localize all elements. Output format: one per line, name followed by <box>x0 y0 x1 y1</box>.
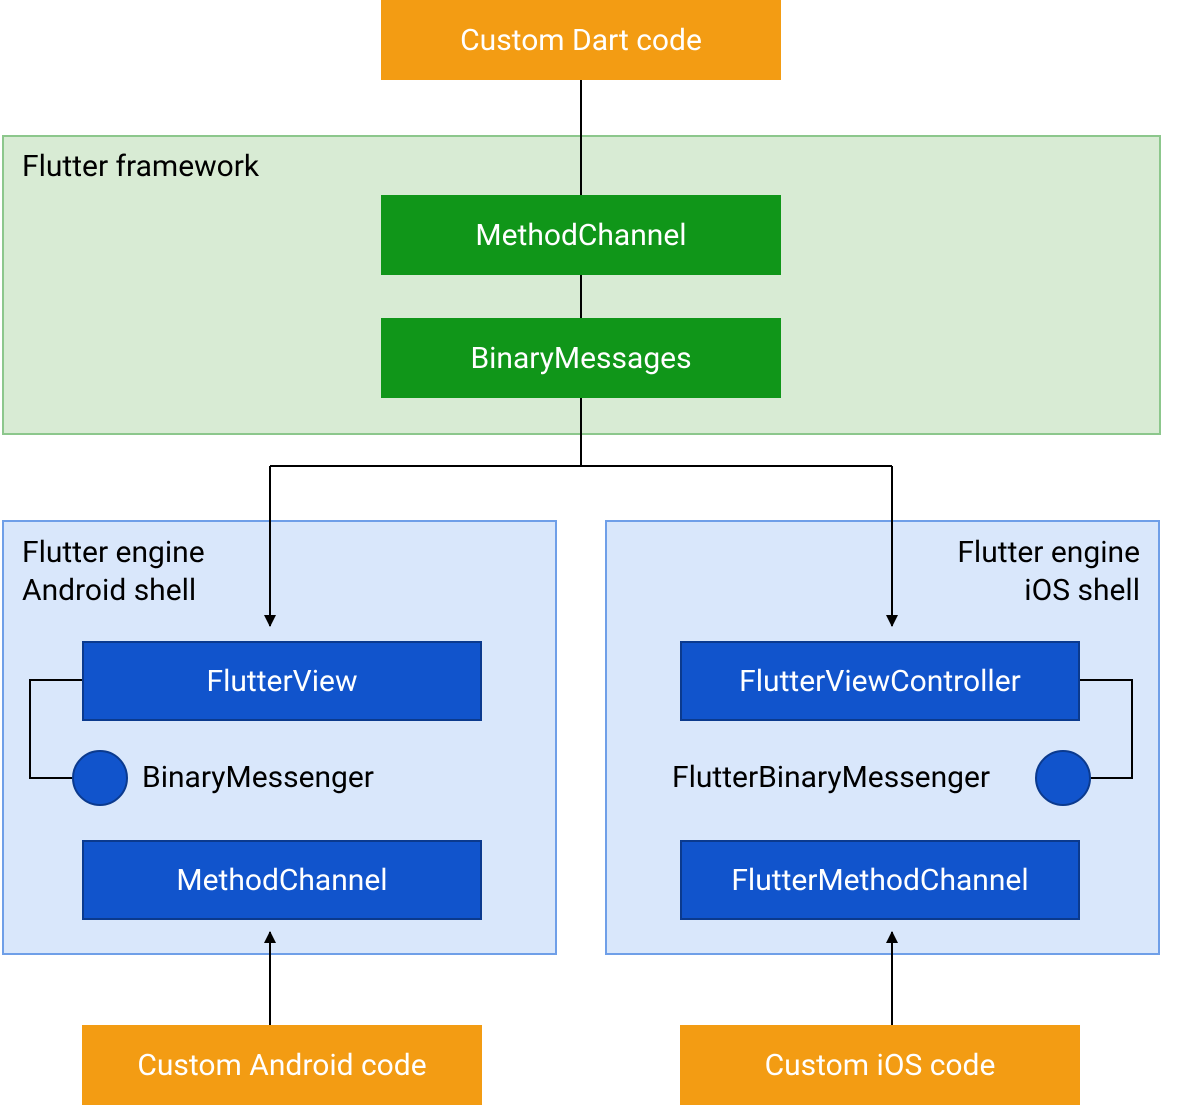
android-title-line1: Flutter engine <box>22 535 205 570</box>
ios-flutter-view-controller-box: FlutterViewController <box>680 641 1080 721</box>
ios-shell-title: Flutter engine iOS shell <box>957 534 1140 609</box>
flutter-framework-title: Flutter framework <box>22 149 259 184</box>
android-flutter-view-box: FlutterView <box>82 641 482 721</box>
android-binary-messenger-label: BinaryMessenger <box>142 760 374 795</box>
android-binary-messenger-circle <box>72 750 128 806</box>
custom-android-code-box: Custom Android code <box>82 1025 482 1105</box>
android-shell-title: Flutter engine Android shell <box>22 534 205 609</box>
binary-messages-box: BinaryMessages <box>381 318 781 398</box>
method-channel-box: MethodChannel <box>381 195 781 275</box>
custom-dart-code-box: Custom Dart code <box>381 0 781 80</box>
ios-title-line2: iOS shell <box>1024 573 1140 608</box>
custom-ios-code-box: Custom iOS code <box>680 1025 1080 1105</box>
ios-binary-messenger-label: FlutterBinaryMessenger <box>672 760 990 795</box>
ios-method-channel-box: FlutterMethodChannel <box>680 840 1080 920</box>
ios-binary-messenger-circle <box>1035 750 1091 806</box>
ios-title-line1: Flutter engine <box>957 535 1140 570</box>
android-title-line2: Android shell <box>22 573 196 608</box>
android-method-channel-box: MethodChannel <box>82 840 482 920</box>
